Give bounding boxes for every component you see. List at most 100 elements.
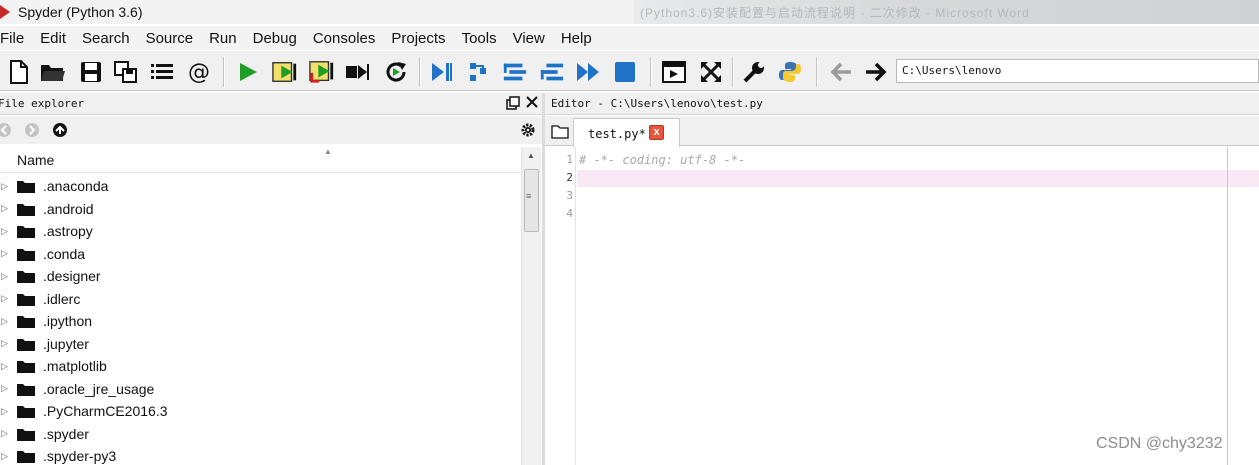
line-number: 1 — [566, 153, 573, 166]
menu-edit[interactable]: Edit — [32, 30, 74, 47]
menu-debug[interactable]: Debug — [245, 30, 305, 47]
expand-arrow-icon[interactable]: ▷ — [1, 226, 8, 237]
menu-search[interactable]: Search — [74, 30, 138, 47]
at-preferences-icon[interactable]: @ — [186, 59, 212, 85]
file-tree-scrollbar[interactable]: ▲ ≡ — [521, 147, 541, 465]
expand-arrow-icon[interactable]: ▷ — [1, 316, 8, 327]
tree-item-label: .anaconda — [43, 178, 109, 195]
expand-arrow-icon[interactable]: ▷ — [1, 383, 8, 394]
save-icon[interactable] — [78, 59, 104, 85]
column-header[interactable]: Name ▲ — [0, 147, 521, 173]
column-name[interactable]: Name — [17, 152, 54, 168]
nav-up-icon[interactable] — [52, 122, 68, 138]
tree-item[interactable]: ▷ .astropy — [0, 220, 521, 243]
expand-arrow-icon[interactable]: ▷ — [1, 338, 8, 349]
close-pane-icon[interactable] — [525, 95, 539, 109]
expand-arrow-icon[interactable]: ▷ — [1, 361, 8, 372]
menu-help[interactable]: Help — [553, 30, 600, 47]
tree-item-label: .conda — [43, 245, 86, 262]
folder-icon — [17, 248, 35, 261]
tree-item[interactable]: ▷ .ipython — [0, 310, 521, 333]
expand-arrow-icon[interactable]: ▷ — [1, 271, 8, 282]
new-file-icon[interactable] — [6, 59, 32, 85]
expand-arrow-icon[interactable]: ▷ — [1, 406, 8, 417]
expand-arrow-icon[interactable]: ▷ — [1, 451, 8, 462]
spyder-app-icon — [0, 5, 10, 19]
nav-forward-icon[interactable] — [24, 122, 40, 138]
file-explorer-title: File explorer — [0, 97, 85, 110]
menu-source[interactable]: Source — [138, 30, 202, 47]
tree-item[interactable]: ▷ .anaconda — [0, 175, 521, 198]
save-all-icon[interactable] — [113, 59, 139, 85]
file-tree: ▷ .anaconda ▷ .android ▷ .astropy ▷ .conda ▷… — [0, 175, 521, 465]
run-icon[interactable] — [235, 59, 261, 85]
expand-arrow-icon[interactable]: ▷ — [1, 203, 8, 214]
run-cell-advance-icon[interactable] — [309, 59, 335, 85]
scroll-up-icon[interactable]: ▲ — [527, 151, 535, 160]
expand-arrow-icon[interactable]: ▷ — [1, 181, 8, 192]
stop-debug-icon[interactable] — [612, 59, 638, 85]
debug-step-icon[interactable] — [467, 59, 493, 85]
tree-item[interactable]: ▷ .conda — [0, 243, 521, 266]
line-number-gutter: 1 2 3 4 — [545, 147, 576, 465]
gear-icon[interactable] — [520, 122, 536, 138]
debug-icon[interactable] — [429, 59, 455, 85]
menu-run[interactable]: Run — [201, 30, 245, 47]
tree-item[interactable]: ▷ .idlerc — [0, 288, 521, 311]
tree-item[interactable]: ▷ .spyder — [0, 423, 521, 446]
menu-tools[interactable]: Tools — [454, 30, 505, 47]
tree-item[interactable]: ▷ .oracle_jre_usage — [0, 378, 521, 401]
tree-item-label: .oracle_jre_usage — [43, 380, 155, 397]
toolbar-separator — [223, 57, 225, 87]
tree-item[interactable]: ▷ .matplotlib — [0, 355, 521, 378]
working-directory-input[interactable]: C:\Users\lenovo — [896, 59, 1259, 83]
folder-icon — [17, 406, 35, 418]
undock-icon[interactable] — [506, 96, 520, 110]
wrench-icon[interactable] — [741, 59, 767, 85]
file-list-icon[interactable] — [149, 59, 175, 85]
run-selection-icon[interactable] — [345, 59, 371, 85]
code-line[interactable]: # -*- coding: utf-8 -*- — [579, 153, 745, 167]
file-explorer-nav — [0, 116, 543, 144]
step-into-icon[interactable] — [502, 59, 528, 85]
menu-projects[interactable]: Projects — [383, 30, 453, 47]
folder-icon — [17, 293, 35, 306]
step-return-icon[interactable] — [539, 59, 565, 85]
run-cell-icon[interactable] — [272, 59, 298, 85]
back-arrow-icon[interactable] — [828, 59, 854, 85]
expand-arrow-icon[interactable]: ▷ — [1, 428, 8, 439]
toolbar-separator — [816, 57, 818, 87]
tree-item[interactable]: ▷ .jupyter — [0, 333, 521, 356]
maximize-pane-icon[interactable] — [661, 59, 687, 85]
tree-item-label: .astropy — [43, 223, 93, 240]
menu-consoles[interactable]: Consoles — [305, 30, 384, 47]
menu-file[interactable]: File — [0, 30, 32, 47]
close-tab-icon[interactable]: x — [649, 125, 664, 140]
browse-tabs-icon[interactable] — [551, 123, 569, 139]
folder-icon — [17, 226, 35, 238]
expand-arrow-icon[interactable]: ▷ — [1, 293, 8, 304]
fullscreen-icon[interactable] — [698, 59, 724, 85]
code-editor[interactable]: 1 2 3 4 # -*- coding: utf-8 -*- — [545, 147, 1259, 465]
folder-icon — [17, 338, 35, 351]
forward-arrow-icon[interactable] — [863, 59, 889, 85]
toolbar-separator — [419, 57, 421, 87]
tab-test-py[interactable]: test.py* x — [573, 118, 680, 147]
nav-back-icon[interactable] — [0, 122, 12, 138]
continue-icon[interactable] — [576, 59, 602, 85]
open-file-icon[interactable] — [40, 59, 66, 85]
menu-view[interactable]: View — [505, 30, 553, 47]
expand-arrow-icon[interactable]: ▷ — [1, 248, 8, 259]
tree-item[interactable]: ▷ .PyCharmCE2016.3 — [0, 400, 521, 423]
rerun-icon[interactable] — [383, 59, 409, 85]
folder-icon — [17, 203, 35, 216]
toolbar-separator — [650, 57, 652, 87]
folder-icon — [17, 383, 35, 396]
line-number: 3 — [566, 189, 573, 202]
tree-item[interactable]: ▷ .android — [0, 198, 521, 221]
python-path-icon[interactable] — [777, 59, 803, 85]
tree-item[interactable]: ▷ .spyder-py3 — [0, 445, 521, 465]
tree-item[interactable]: ▷ .designer — [0, 265, 521, 288]
background-window-title: (Python3.6)安装配置与启动流程说明 - 二次修改 - Microsof… — [634, 0, 1259, 24]
file-explorer-header: File explorer — [0, 93, 543, 115]
